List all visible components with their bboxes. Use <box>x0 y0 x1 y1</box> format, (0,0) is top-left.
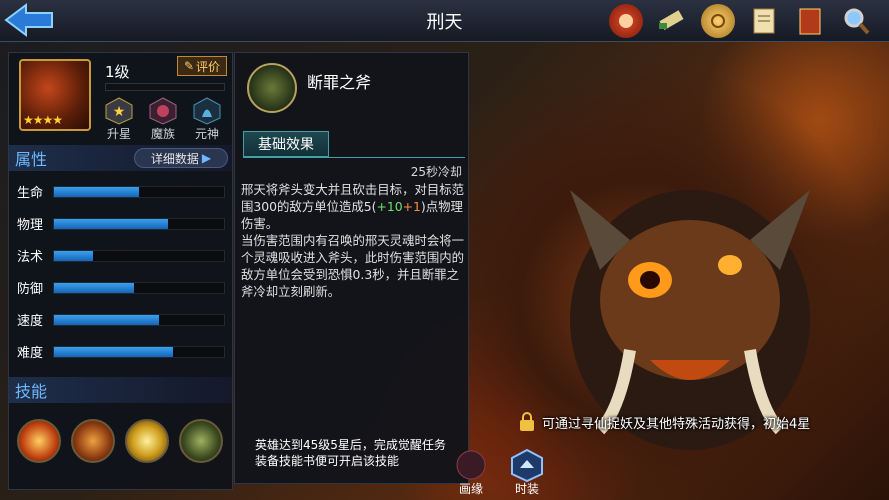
stat-row: 难度 <box>9 340 232 364</box>
rate-button[interactable]: ✎ 评价 <box>177 56 227 76</box>
hero-level: 1级 <box>105 63 130 81</box>
book-icon[interactable] <box>793 4 827 38</box>
axe-skill-icon <box>247 63 297 113</box>
tag-upgrade-star[interactable]: ★ 升星 <box>101 97 137 142</box>
skill-name: 断罪之斧 <box>307 73 372 92</box>
stat-bar-fill <box>54 283 134 293</box>
stat-name: 防御 <box>17 282 44 297</box>
skill-detail-panel: 断罪之斧 基础效果 25秒冷却 邢天将斧头变大并且砍击目标，对目标范围300的敌… <box>234 52 469 484</box>
stat-bar-track <box>53 218 225 230</box>
magnifier-icon[interactable] <box>839 4 873 38</box>
stat-bar-fill <box>54 315 160 325</box>
stat-row: 法术 <box>9 244 232 268</box>
desc-green-value: +10 <box>376 199 403 214</box>
hero-tags: ★ 升星 魔族 元神 <box>101 97 225 142</box>
edit-icon: ✎ <box>183 59 195 73</box>
stat-bar-track <box>53 282 225 294</box>
fire-slash-skill-icon[interactable] <box>17 419 61 463</box>
svg-text:★: ★ <box>113 104 126 120</box>
stat-bar-track <box>53 186 225 198</box>
stat-bar-track <box>53 250 225 262</box>
top-bar: 刑天 <box>0 0 889 42</box>
tab-label: 时装 <box>514 482 539 496</box>
stat-bar-fill <box>54 219 168 229</box>
notice-icon[interactable] <box>747 4 781 38</box>
scroll-icon[interactable] <box>655 4 689 38</box>
tab-label: 画缘 <box>458 482 483 496</box>
desc-orange-value: +1 <box>402 199 421 214</box>
attributes-title: 属性 <box>15 150 48 169</box>
obtain-text: 可通过寻仙捉妖及其他特殊活动获得，初始4星 <box>542 416 811 432</box>
attributes-header: 属性 详细数据 ▶ <box>9 145 232 171</box>
axe-skill-icon[interactable] <box>179 419 223 463</box>
coin-icon[interactable] <box>701 4 735 38</box>
stat-name: 物理 <box>17 218 44 233</box>
level-progress-bar <box>105 83 225 91</box>
spirit-badge-icon <box>191 97 223 125</box>
stat-bar-fill <box>54 187 139 197</box>
detail-data-button[interactable]: 详细数据 ▶ <box>134 148 228 168</box>
detail-label: 详细数据 <box>150 151 199 166</box>
stat-bar-track <box>53 314 225 326</box>
stat-row: 速度 <box>9 308 232 332</box>
stat-bar-fill <box>54 347 173 357</box>
tab-basic-effect[interactable]: 基础效果 <box>243 131 329 157</box>
demon-badge-icon <box>147 97 179 125</box>
chevron-right-icon: ▶ <box>201 151 212 165</box>
stat-name: 难度 <box>17 346 44 361</box>
obtain-info: 可通过寻仙捉妖及其他特殊活动获得，初始4星 <box>518 412 810 432</box>
desc-part2: 当伤害范围内有召唤的邢天灵魂时会将一个灵魂吸收进入斧头，此时伤害范围内的敌方单位… <box>241 233 465 299</box>
tag-label: 升星 <box>106 127 131 141</box>
star-rating: ★★★★ <box>23 113 63 127</box>
stat-row: 防御 <box>9 276 232 300</box>
stat-name: 法术 <box>17 250 44 265</box>
heart-icon <box>456 450 486 480</box>
skills-header: 技能 <box>9 377 232 403</box>
top-icon-group <box>609 4 873 38</box>
beast-roar-skill-icon[interactable] <box>71 419 115 463</box>
tag-label: 元神 <box>194 127 219 141</box>
stat-row: 生命 <box>9 180 232 204</box>
rate-label: 评价 <box>196 59 221 74</box>
tab-huayuan[interactable]: 画缘 <box>446 448 496 498</box>
skills-title: 技能 <box>15 382 48 401</box>
stat-name: 生命 <box>17 186 44 201</box>
stat-bar-track <box>53 346 225 358</box>
tag-demon-race[interactable]: 魔族 <box>145 97 181 142</box>
light-burst-skill-icon[interactable] <box>125 419 169 463</box>
skill-list <box>17 419 223 463</box>
tag-label: 魔族 <box>150 127 175 141</box>
hero-info-panel: ★★★★ 1级 ✎ 评价 ★ 升星 魔族 元神 属性 详细数据 ▶ 生命物理法术防… <box>8 52 233 490</box>
tag-spirit[interactable]: 元神 <box>189 97 225 142</box>
stat-name: 速度 <box>17 314 44 329</box>
costume-icon <box>511 448 543 483</box>
skill-description: 邢天将斧头变大并且砍击目标，对目标范围300的敌方单位造成5(+10+1)点物理… <box>241 181 467 300</box>
skill-cooldown: 25秒冷却 <box>410 165 462 179</box>
star-badge-icon: ★ <box>103 97 135 125</box>
tab-costume[interactable]: 时装 <box>502 448 552 498</box>
hero-artwork <box>570 190 810 450</box>
stat-bar-fill <box>54 251 94 261</box>
hero-portrait[interactable]: ★★★★ <box>19 59 91 131</box>
stat-row: 物理 <box>9 212 232 236</box>
tab-underline <box>243 157 465 158</box>
lock-icon <box>520 412 534 431</box>
bottom-tabs: 画缘 时装 <box>410 440 580 500</box>
menu-scroll-icon[interactable] <box>609 4 643 38</box>
